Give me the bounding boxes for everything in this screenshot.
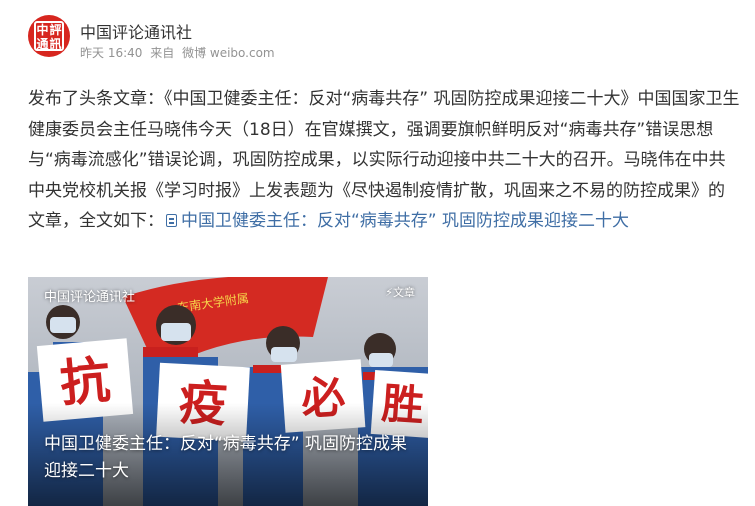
article-icon: [166, 214, 177, 227]
post-text: 发布了头条文章：《中国卫健委主任：反对“病毒共存” 巩固防控成果迎接二十大》中国…: [28, 89, 740, 231]
article-link[interactable]: 中国卫健委主任：反对“病毒共存” 巩固防控成果迎接二十大: [181, 211, 629, 231]
logo-char: 訊: [49, 37, 62, 51]
post-meta: 昨天 16:40 来自 微博 weibo.com: [80, 44, 279, 61]
article-card[interactable]: 东南大学附属 抗 疫 必: [28, 277, 428, 506]
post-body: 发布了头条文章：《中国卫健委主任：反对“病毒共存” 巩固防控成果迎接二十大》中国…: [28, 84, 740, 237]
logo-char: 評: [49, 23, 62, 37]
card-watermark: 中国评论通讯社: [44, 290, 136, 305]
card-title[interactable]: 中国卫健委主任：反对“病毒共存” 巩固防控成果迎接二十大: [44, 431, 414, 485]
post-source[interactable]: 微博 weibo.com: [182, 46, 275, 60]
post-time[interactable]: 昨天 16:40: [80, 46, 142, 60]
article-badge: ⚡文章: [385, 286, 415, 299]
logo-char: 中: [36, 23, 49, 37]
account-name[interactable]: 中国评论通讯社: [80, 19, 192, 43]
account-logo: 中評通訊: [34, 21, 64, 51]
logo-char: 通: [36, 37, 49, 51]
account-avatar[interactable]: 中評通訊: [28, 15, 70, 57]
source-prefix: 来自: [150, 46, 175, 60]
